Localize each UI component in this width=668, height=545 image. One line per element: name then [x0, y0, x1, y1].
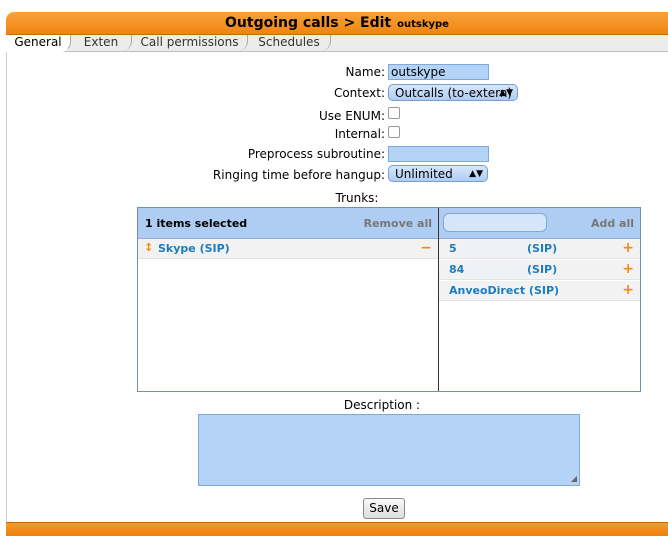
window: Outgoing calls > Edit outskype General Ex…	[6, 12, 668, 536]
selected-trunks-panel: 1 items selected Remove all ↕ Skype (SIP…	[138, 208, 439, 391]
remove-trunk-icon[interactable]: −	[420, 240, 432, 256]
footer-bar	[6, 522, 668, 536]
description-label: Description :	[343, 398, 421, 412]
available-trunk-item[interactable]: 84 (SIP) +	[439, 260, 640, 280]
ringing-time-label: Ringing time before hangup:	[212, 168, 385, 182]
resize-grip-icon[interactable]: ◢	[571, 474, 577, 483]
preprocess-subroutine-label: Preprocess subroutine:	[247, 147, 385, 161]
selected-trunk-name: Skype (SIP)	[158, 242, 230, 255]
available-trunks-panel: Add all 5 (SIP) + 84 (SIP) + AnveoDirect…	[439, 208, 640, 391]
redacted-area	[465, 262, 529, 278]
tab-general[interactable]: General	[6, 35, 71, 52]
add-trunk-icon[interactable]: +	[622, 282, 634, 298]
add-all-link[interactable]: Add all	[591, 217, 634, 230]
description-textarea[interactable]: ◢	[198, 414, 580, 486]
available-trunks-header: Add all	[439, 208, 640, 239]
form-body: Name: outskype Context: Outcalls (to-ext…	[6, 52, 667, 522]
available-trunk-name-suffix: (SIP)	[527, 263, 558, 276]
internal-checkbox[interactable]	[388, 126, 400, 138]
selected-trunks-header: 1 items selected Remove all	[138, 208, 438, 239]
preprocess-subroutine-input[interactable]	[388, 146, 489, 162]
title-bar: Outgoing calls > Edit outskype	[6, 12, 668, 35]
tab-bar: General Exten Call permissions Schedules	[6, 35, 668, 52]
select-arrows-icon: ▲▼	[469, 169, 483, 179]
page-title: Outgoing calls > Edit	[225, 15, 392, 31]
context-label: Context:	[333, 86, 385, 100]
tab-schedules[interactable]: Schedules	[248, 35, 331, 51]
page-subtitle: outskype	[397, 19, 449, 30]
use-enum-label: Use ENUM:	[319, 109, 385, 123]
trunk-search-input[interactable]	[443, 213, 547, 232]
available-trunk-name: AnveoDirect (SIP)	[449, 284, 560, 297]
remove-all-link[interactable]: Remove all	[364, 217, 432, 230]
name-label: Name:	[345, 65, 385, 79]
internal-label: Internal:	[334, 127, 385, 141]
tab-exten[interactable]: Exten	[71, 35, 132, 51]
selected-count: 1 items selected	[145, 217, 248, 230]
available-trunk-name-prefix: 84	[449, 263, 465, 276]
available-trunk-name-suffix: (SIP)	[527, 242, 558, 255]
save-button[interactable]: Save	[363, 498, 405, 519]
ringing-time-select-value: Unlimited	[395, 167, 453, 181]
available-trunk-item[interactable]: AnveoDirect (SIP) +	[439, 281, 640, 301]
available-trunk-item[interactable]: 5 (SIP) +	[439, 239, 640, 259]
trunks-multiselect: 1 items selected Remove all ↕ Skype (SIP…	[137, 207, 641, 392]
context-select-value: Outcalls (to-extern)	[395, 86, 513, 100]
available-trunk-name-prefix: 5	[449, 242, 457, 255]
add-trunk-icon[interactable]: +	[622, 261, 634, 277]
ringing-time-select[interactable]: Unlimited ▲▼	[388, 165, 488, 182]
tab-call-permissions[interactable]: Call permissions	[132, 35, 248, 51]
add-trunk-icon[interactable]: +	[622, 240, 634, 256]
context-select[interactable]: Outcalls (to-extern) ▲▼	[388, 84, 518, 101]
select-arrows-icon: ▲▼	[499, 88, 513, 98]
name-input[interactable]: outskype	[388, 64, 489, 80]
trunks-label: Trunks:	[335, 191, 379, 205]
use-enum-checkbox[interactable]	[388, 107, 400, 119]
redacted-area	[457, 241, 529, 257]
drag-handle-icon[interactable]: ↕	[144, 241, 153, 254]
selected-trunk-item[interactable]: ↕ Skype (SIP) −	[138, 239, 438, 259]
